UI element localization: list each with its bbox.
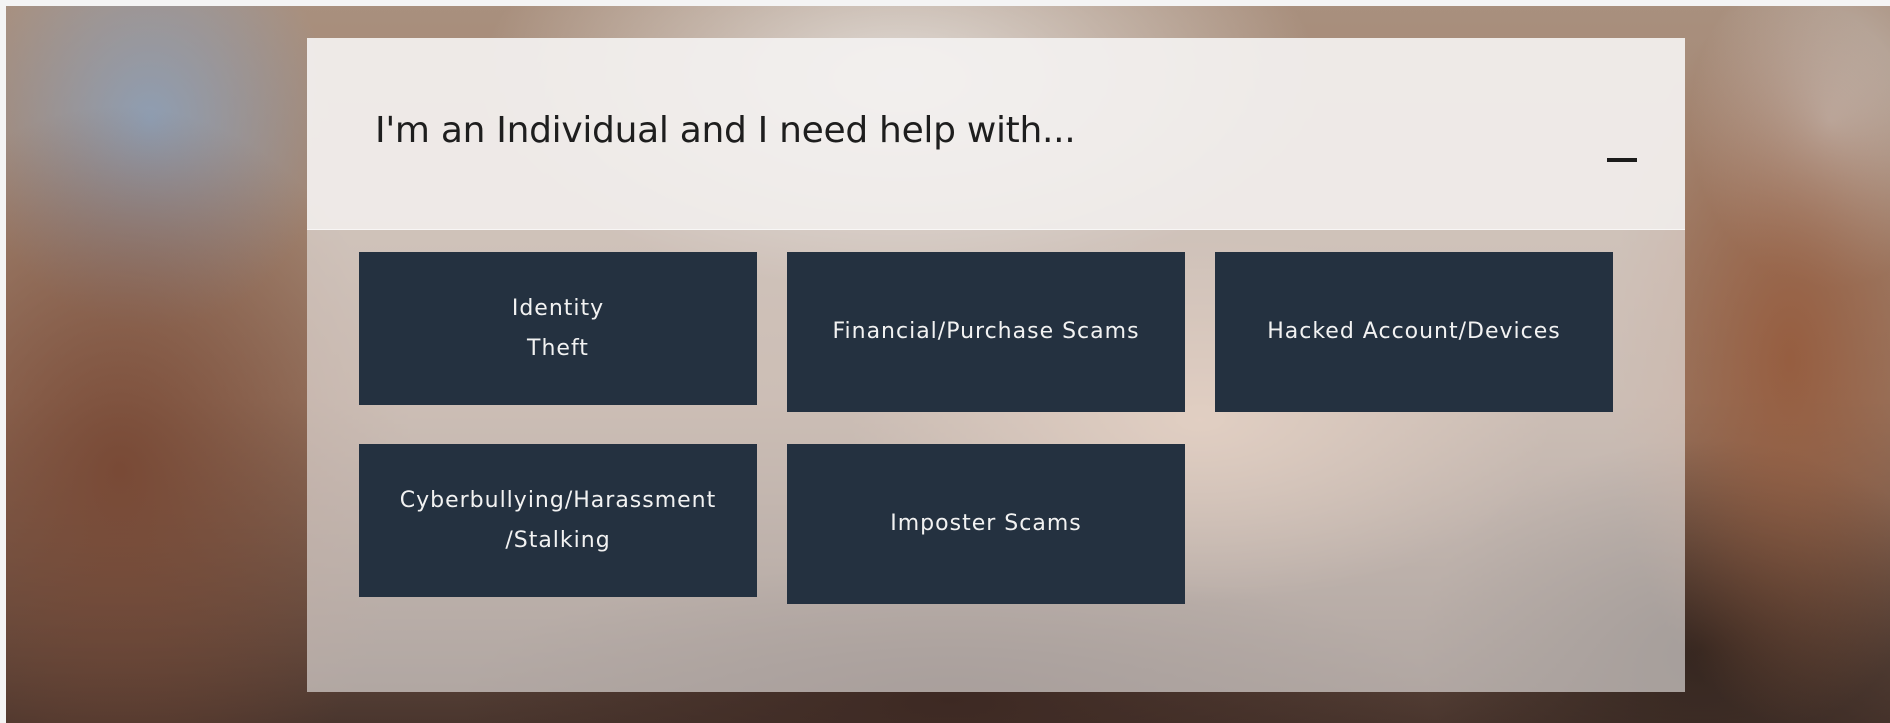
page-edge-top	[0, 0, 1890, 6]
minus-icon-bar	[1607, 158, 1637, 162]
accordion-header[interactable]: I'm an Individual and I need help with..…	[307, 38, 1685, 230]
page-edge-left	[0, 0, 6, 723]
accordion-title: I'm an Individual and I need help with..…	[375, 110, 1076, 151]
minus-icon[interactable]	[1603, 148, 1643, 176]
page: I'm an Individual and I need help with..…	[0, 0, 1890, 723]
cyberbullying-label-line1: Cyberbullying/Harassment	[399, 487, 717, 513]
hacked-account-devices-button[interactable]: Hacked Account/Devices	[1215, 252, 1613, 412]
imposter-scams-button[interactable]: Imposter Scams	[787, 444, 1185, 604]
identity-theft-label-line1: Identity	[511, 295, 605, 321]
hacked-account-devices-label: Hacked Account/Devices	[1267, 319, 1561, 344]
cyberbullying-label-line2: /Stalking	[505, 527, 611, 553]
cyberbullying-harassment-stalking-button[interactable]: Cyberbullying/Harassment /Stalking	[359, 444, 757, 597]
financial-purchase-scams-label: Financial/Purchase Scams	[832, 319, 1140, 344]
identity-theft-button-text: Identity Theft	[512, 289, 604, 369]
financial-purchase-scams-button[interactable]: Financial/Purchase Scams	[787, 252, 1185, 412]
identity-theft-label-line2: Theft	[527, 335, 589, 361]
imposter-scams-label: Imposter Scams	[890, 511, 1082, 536]
identity-theft-button[interactable]: Identity Theft	[359, 252, 757, 405]
cyberbullying-button-text: Cyberbullying/Harassment /Stalking	[400, 481, 717, 561]
